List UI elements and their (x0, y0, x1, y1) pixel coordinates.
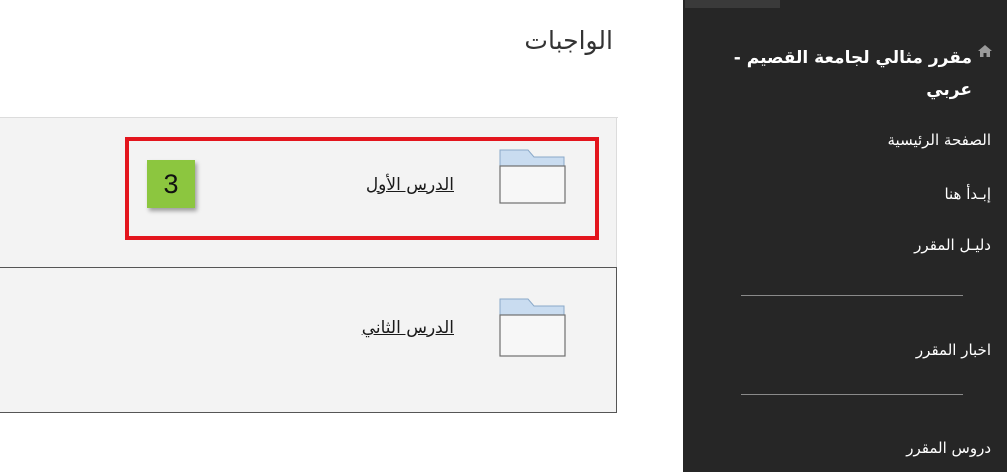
content-area: الواجبات الدرس الأول الدرس الثاني 3 (0, 0, 683, 472)
sidebar-divider (741, 394, 963, 395)
page-title: الواجبات (524, 26, 613, 55)
course-title[interactable]: مقرر مثالي لجامعة القصيم - عربي (712, 42, 972, 106)
content-item-lesson-2[interactable]: الدرس الثاني (0, 267, 617, 413)
sidebar-divider (741, 295, 963, 296)
highlight-box (125, 137, 599, 240)
page: الواجبات الدرس الأول الدرس الثاني 3 مقرر… (0, 0, 1007, 472)
sidebar-item-course-news[interactable]: اخبار المقرر (916, 341, 991, 359)
sidebar-item-home[interactable]: الصفحة الرئيسية (888, 131, 992, 149)
lesson-2-link[interactable]: الدرس الثاني (362, 318, 454, 338)
home-icon[interactable] (977, 44, 993, 58)
sidebar-tab-edge (685, 0, 780, 8)
sidebar-item-start-here[interactable]: إبـدأ هنا (944, 185, 991, 203)
sidebar-item-course-guide[interactable]: دليـل المقرر (914, 236, 991, 254)
sidebar-item-course-lessons[interactable]: دروس المقرر (906, 439, 991, 457)
folder-icon (499, 298, 566, 357)
course-sidebar: مقرر مثالي لجامعة القصيم - عربي الصفحة ا… (683, 0, 1007, 472)
step-badge: 3 (147, 160, 195, 208)
